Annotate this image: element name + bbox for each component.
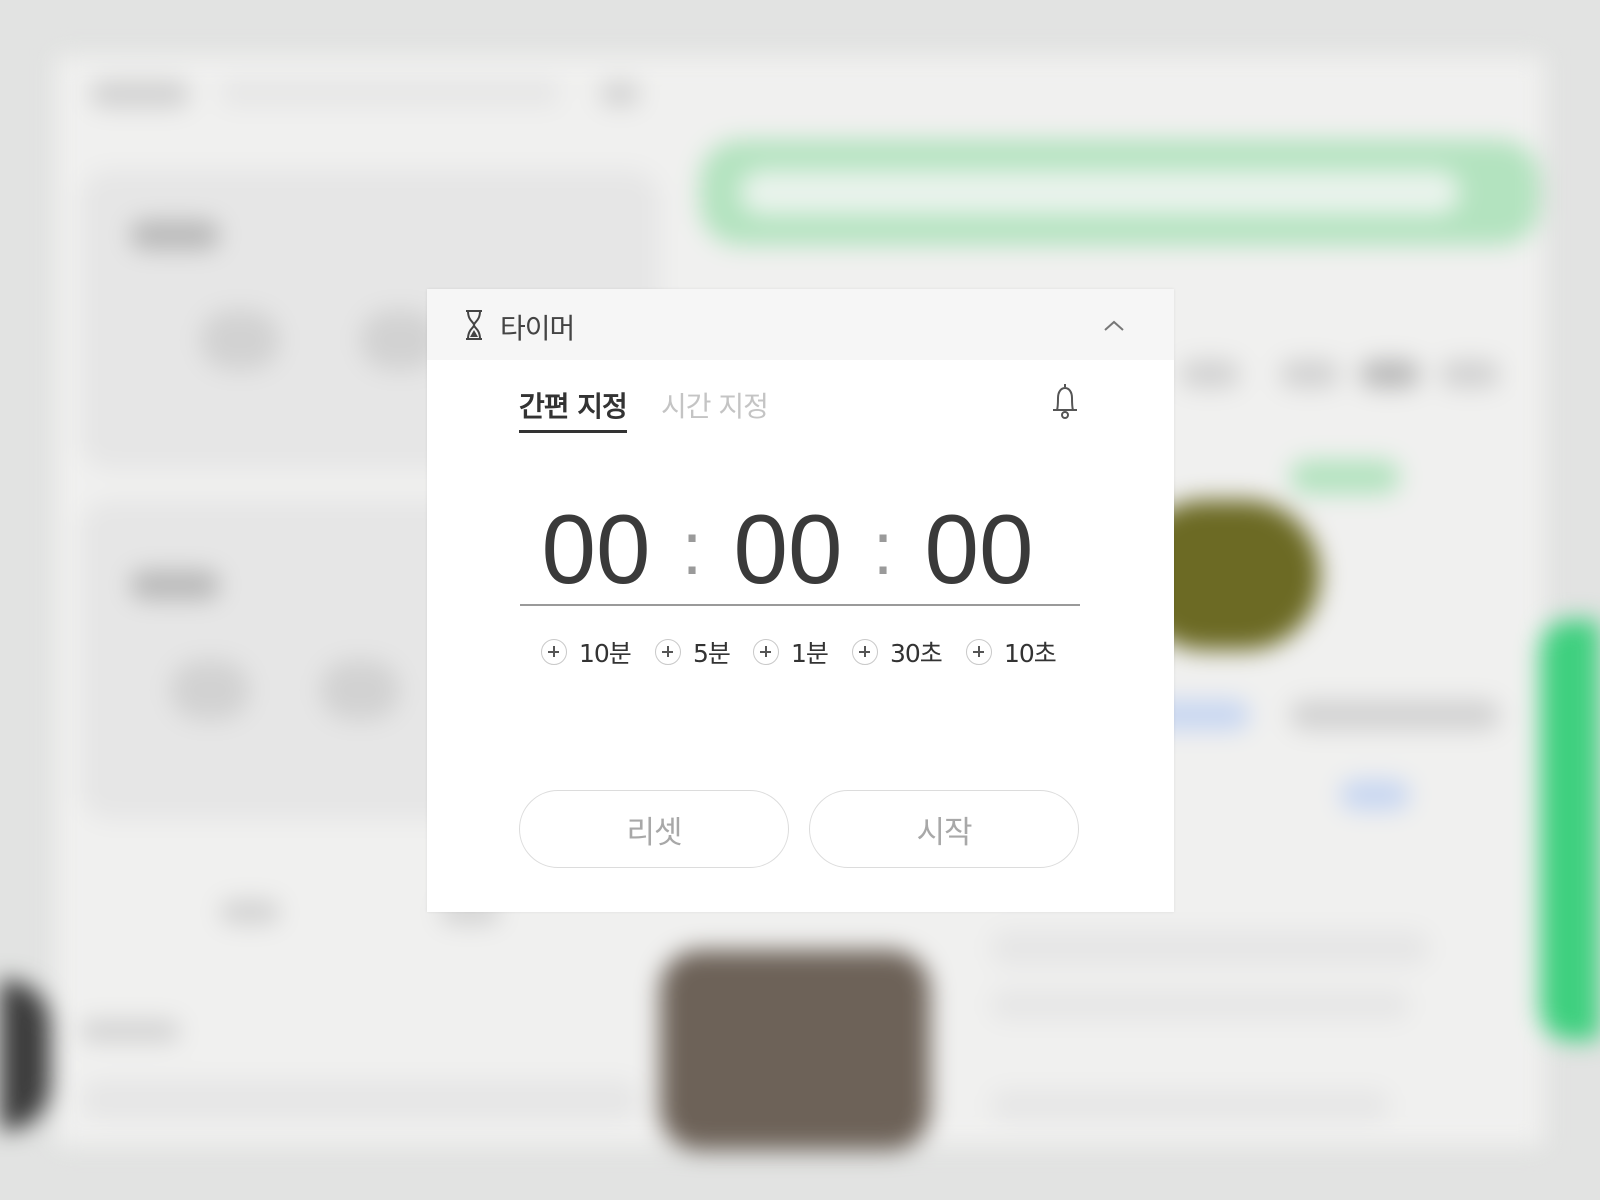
bg-text [130,220,220,250]
bg-icon [600,82,640,106]
bg-headline [990,990,1410,1020]
bg-link [1340,780,1410,810]
add-button-label: 10분 [579,639,632,668]
bg-text [1290,700,1500,730]
bg-avatar [170,660,250,720]
timer-widget: 타이머 간편 지정 시간 지정 00 : 00 : 00 10분 5분 1분 3… [427,289,1174,912]
bg-headline [990,930,1430,966]
add-10-minutes-button[interactable]: 10분 [541,636,632,668]
chevron-up-icon[interactable] [1099,311,1129,341]
time-separator: : [872,507,894,590]
bg-tab [1280,360,1340,388]
bg-headline [990,1090,1390,1120]
bg-logo [90,80,190,108]
plus-icon [541,639,567,665]
bg-photo [660,950,930,1150]
plus-icon [966,639,992,665]
timer-title: 타이머 [500,312,575,345]
bell-icon[interactable] [1049,381,1081,421]
tab-time-set[interactable]: 시간 지정 [661,385,769,430]
add-button-label: 30초 [890,639,943,668]
time-display: 00 : 00 : 00 [520,494,1080,606]
bg-tab [1180,360,1240,388]
bg-text [220,900,280,924]
bg-search-field [740,170,1460,215]
plus-icon [852,639,878,665]
bg-avatar [200,310,280,370]
bg-search [220,80,560,106]
add-5-minutes-button[interactable]: 5분 [655,636,731,668]
hours-value: 00 [541,494,651,604]
add-button-label: 10초 [1004,639,1057,668]
reset-button[interactable]: 리셋 [519,790,789,868]
plus-icon [655,639,681,665]
add-button-label: 5분 [693,639,731,668]
plus-icon [753,639,779,665]
tab-quick-set[interactable]: 간편 지정 [519,385,628,433]
add-1-minute-button[interactable]: 1분 [753,636,829,668]
timer-header: 타이머 [427,289,1174,360]
bg-text [130,570,220,600]
add-10-seconds-button[interactable]: 10초 [966,636,1057,668]
bg-avatar [320,660,400,720]
time-separator: : [681,507,703,590]
bg-accent [1540,620,1600,1040]
bg-tab [1440,360,1500,388]
start-button[interactable]: 시작 [809,790,1079,868]
seconds-value: 00 [924,494,1034,604]
add-button-label: 1분 [791,639,829,668]
minutes-value: 00 [733,494,843,604]
add-30-seconds-button[interactable]: 30초 [852,636,943,668]
bg-shape [0,980,50,1130]
bg-tab [1360,360,1420,388]
bg-row [80,1080,640,1120]
bg-text [80,1020,180,1042]
hourglass-icon [466,310,482,340]
bg-badge [1290,460,1400,494]
